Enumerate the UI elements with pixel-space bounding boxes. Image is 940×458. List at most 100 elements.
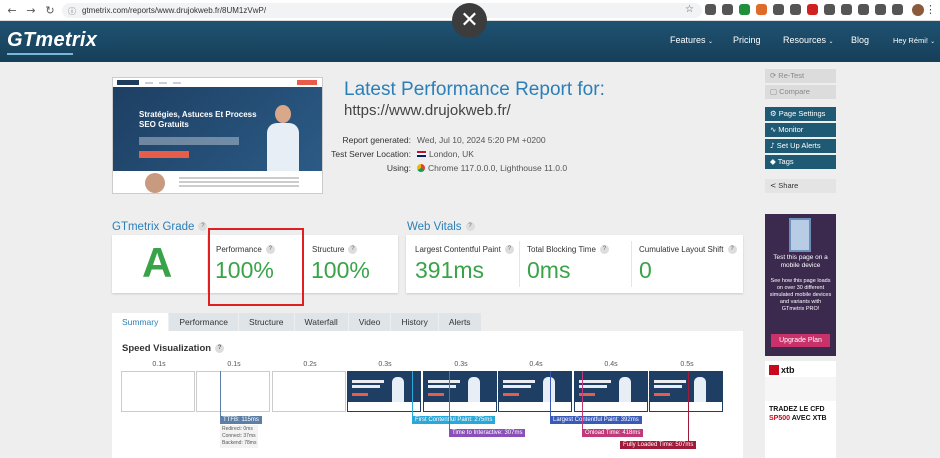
frame-lower <box>575 402 647 411</box>
time-label: 0.3s <box>378 361 392 368</box>
thumbnail-nav-item <box>159 81 167 84</box>
help-icon[interactable]: ? <box>348 245 358 255</box>
meta-label: Report generated: <box>342 135 411 145</box>
gtmetrix-logo[interactable]: GTmetrix <box>7 29 97 55</box>
cls-value: 0 <box>639 257 652 283</box>
onload-marker <box>582 371 583 429</box>
meta-row-location: Test Server Location: London, UK <box>330 147 567 161</box>
tbt-label: Total Blocking Time? <box>527 245 609 255</box>
extension-icon[interactable] <box>892 4 903 15</box>
forward-icon[interactable]: → <box>24 3 38 17</box>
filmstrip-frame[interactable] <box>121 371 195 412</box>
help-icon[interactable]: ? <box>465 222 475 232</box>
extension-icon[interactable] <box>875 4 886 15</box>
filmstrip-frame[interactable] <box>649 371 723 412</box>
tbt-label-text: Total Blocking Time <box>527 245 596 254</box>
nav-account[interactable]: Hey Rémi! ⌄ <box>893 36 935 45</box>
meta-value: London, UK <box>417 147 474 161</box>
bookmark-star-icon[interactable]: ☆ <box>685 4 694 15</box>
nav-resources[interactable]: Resources ⌄ <box>783 35 834 45</box>
extension-icon[interactable] <box>807 4 818 15</box>
nav-blog[interactable]: Blog <box>851 35 869 45</box>
monitor-icon: ∿ <box>770 125 777 134</box>
web-vitals-heading-text: Web Vitals <box>407 221 462 233</box>
thumbnail-nav-item <box>173 81 181 84</box>
tab-performance[interactable]: Performance <box>169 313 239 331</box>
site-screenshot-thumbnail[interactable]: Stratégies, Astuces Et Process SEO Gratu… <box>112 77 323 194</box>
grade-letter: A <box>142 239 173 286</box>
back-icon[interactable]: ← <box>5 3 19 17</box>
address-bar[interactable]: ⓘ gtmetrix.com/reports/www.drujokweb.fr/… <box>62 3 702 18</box>
fully-loaded-tag: Fully Loaded Time: 507ms <box>620 441 697 449</box>
tab-history[interactable]: History <box>391 313 438 331</box>
nav-pricing[interactable]: Pricing <box>733 35 761 45</box>
set-up-alerts-button[interactable]: ♪ Set Up Alerts <box>765 139 836 153</box>
ad-text: TRADEZ LE CFD SP500 AVEC XTB <box>769 405 827 423</box>
nav-resources-label: Resources <box>783 35 827 45</box>
extension-icon[interactable] <box>756 4 767 15</box>
ttfb-connect: Connect: 37ms <box>222 433 256 439</box>
thumbnail-cta <box>297 80 317 85</box>
extension-icon[interactable] <box>722 4 733 15</box>
extension-icon[interactable] <box>790 4 801 15</box>
frame-title <box>428 385 456 388</box>
frame-title <box>579 385 607 388</box>
help-icon[interactable]: ? <box>727 245 737 255</box>
report-url[interactable]: https://www.drujokweb.fr/ <box>344 102 511 119</box>
tab-video[interactable]: Video <box>348 313 391 331</box>
cls-label-text: Cumulative Layout Shift <box>639 245 724 254</box>
help-icon[interactable]: ? <box>504 245 514 255</box>
extension-icon[interactable] <box>841 4 852 15</box>
filmstrip-frame[interactable] <box>272 371 346 412</box>
tab-structure[interactable]: Structure <box>239 313 294 331</box>
chevron-down-icon: ⌄ <box>828 39 834 45</box>
filmstrip-frame[interactable] <box>498 371 572 412</box>
close-icon[interactable]: ✕ <box>452 3 487 38</box>
upgrade-plan-button[interactable]: Upgrade Plan <box>771 334 830 347</box>
mobile-device-icon <box>789 218 811 252</box>
meta-row-generated: Report generated: Wed, Jul 10, 2024 5:20… <box>330 133 567 147</box>
help-icon[interactable]: ? <box>599 245 609 255</box>
advertisement[interactable]: xtb TRADEZ LE CFD SP500 AVEC XTB <box>765 361 836 458</box>
help-icon[interactable]: ? <box>198 222 208 232</box>
filmstrip-frame[interactable] <box>196 371 270 412</box>
lcp-marker <box>550 371 551 416</box>
nav-features[interactable]: Features ⌄ <box>670 35 713 45</box>
filmstrip-frame[interactable] <box>347 371 421 412</box>
filmstrip-frame[interactable] <box>423 371 497 412</box>
ad-line-2-rest: AVEC XTB <box>791 415 827 422</box>
thumbnail-lower-section <box>113 171 322 193</box>
compare-button[interactable]: ▢ Compare <box>765 85 836 99</box>
tab-waterfall[interactable]: Waterfall <box>294 313 348 331</box>
tab-summary[interactable]: Summary <box>112 313 169 331</box>
tags-button[interactable]: ◆ Tags <box>765 155 836 169</box>
retest-button[interactable]: ⟳ Re-Test <box>765 69 836 83</box>
vitals-divider <box>631 241 632 287</box>
extension-icon[interactable] <box>824 4 835 15</box>
browser-menu-icon[interactable]: ⋮ <box>925 3 936 16</box>
share-button[interactable]: < Share <box>765 179 836 193</box>
frame-lower <box>650 402 722 411</box>
filmstrip-frame[interactable] <box>574 371 648 412</box>
thumbnail-logo <box>117 80 139 85</box>
extension-icon[interactable] <box>773 4 784 15</box>
profile-avatar[interactable] <box>912 4 924 16</box>
frame-button <box>352 393 368 396</box>
monitor-button[interactable]: ∿ Monitor <box>765 123 836 137</box>
frame-title <box>503 385 531 388</box>
compare-icon: ▢ <box>770 87 778 96</box>
site-info-icon[interactable]: ⓘ <box>68 6 78 16</box>
time-label: 0.3s <box>454 361 468 368</box>
tab-alerts[interactable]: Alerts <box>438 313 481 331</box>
page-settings-button[interactable]: ⚙ Page Settings <box>765 107 836 121</box>
reload-icon[interactable]: ↻ <box>43 3 57 17</box>
extension-icon[interactable] <box>858 4 869 15</box>
speed-visualization-heading: Speed Visualization? <box>122 343 225 354</box>
time-label: 0.4s <box>529 361 543 368</box>
extensions-bar <box>705 4 903 15</box>
extension-icon[interactable] <box>739 4 750 15</box>
retest-label: Re-Test <box>778 71 805 80</box>
help-icon[interactable]: ? <box>215 343 225 353</box>
frame-person <box>694 377 706 403</box>
extension-icon[interactable] <box>705 4 716 15</box>
